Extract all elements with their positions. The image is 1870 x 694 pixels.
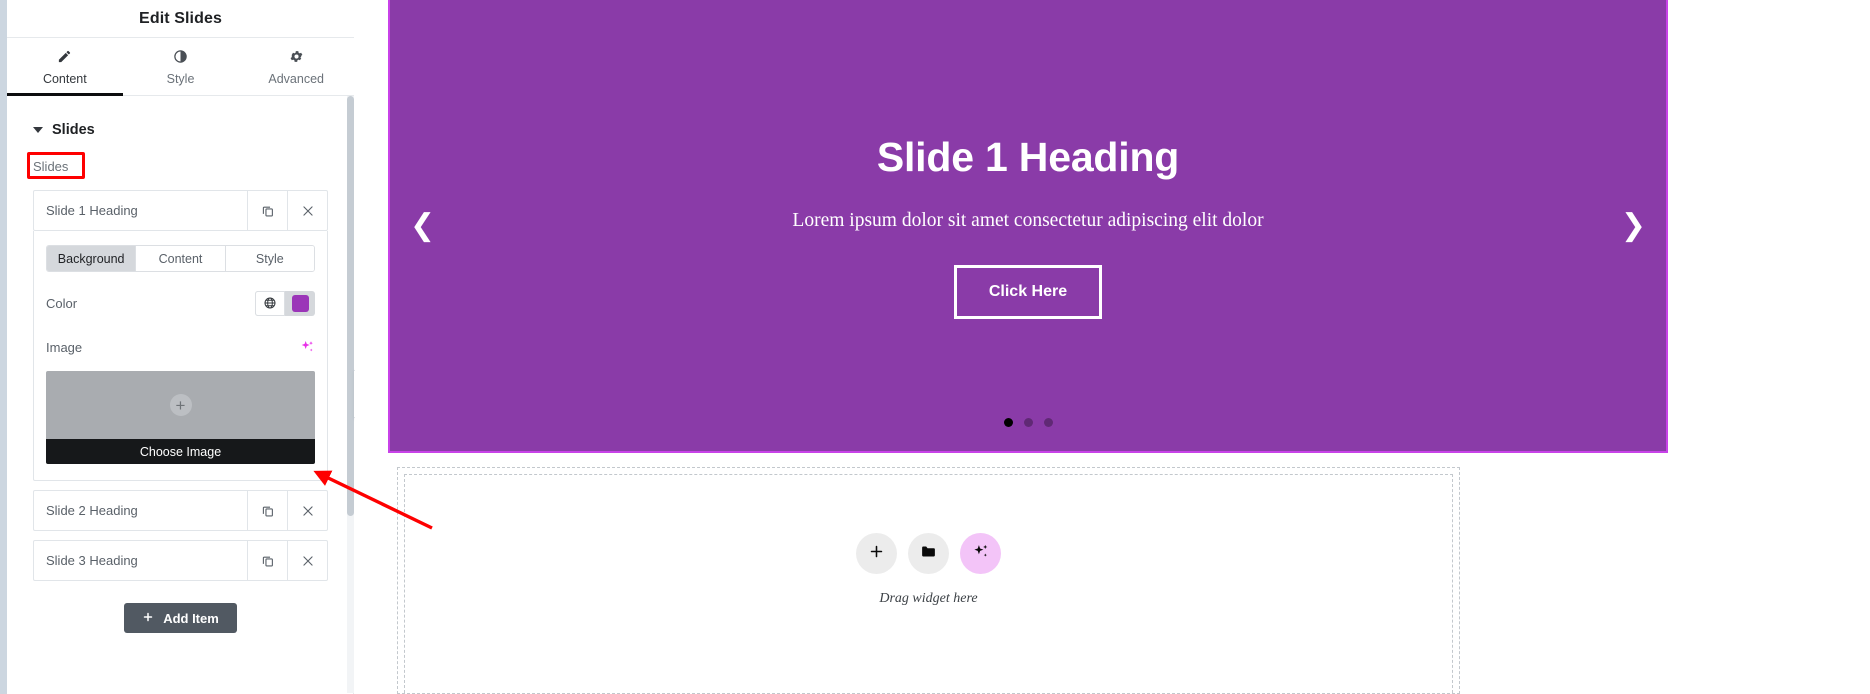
globe-icon[interactable] [255, 290, 285, 316]
ai-sparkle-icon[interactable] [299, 339, 315, 355]
section-slides-header[interactable]: Slides [7, 96, 354, 138]
segment-style[interactable]: Style [225, 246, 314, 271]
duplicate-icon[interactable] [247, 191, 287, 230]
repeater-item-2-title: Slide 2 Heading [46, 503, 138, 518]
color-label: Color [46, 295, 78, 311]
section-slides-title: Slides [52, 122, 95, 138]
segment-content[interactable]: Content [136, 246, 226, 271]
gear-icon [289, 48, 304, 65]
tab-advanced-label: Advanced [268, 71, 324, 86]
slider-pagination [390, 418, 1666, 427]
folder-icon [920, 543, 937, 565]
ai-button[interactable] [960, 533, 1001, 574]
repeater-item-1-title: Slide 1 Heading [46, 203, 138, 218]
tab-style[interactable]: Style [123, 38, 239, 95]
dropzone-buttons [856, 533, 1001, 574]
slide-heading: Slide 1 Heading [876, 134, 1180, 180]
add-item-label: Add Item [163, 610, 219, 626]
add-item-wrap: Add Item [33, 603, 328, 633]
templates-button[interactable] [908, 533, 949, 574]
repeater-item-3-title: Slide 3 Heading [46, 553, 138, 568]
tab-content-label: Content [42, 71, 87, 86]
slides-field-label-wrap: Slides [7, 138, 354, 179]
slides-repeater: Slide 1 Heading Background Content Style… [33, 190, 328, 633]
image-picker[interactable]: + Choose Image [46, 371, 315, 464]
slider-prev-button[interactable]: ❮ [410, 207, 436, 243]
slide-1: Slide 1 Heading Lorem ipsum dolor sit am… [390, 0, 1666, 451]
ai-sparkle-icon [971, 542, 990, 566]
widget-dropzone[interactable]: Drag widget here [397, 467, 1460, 694]
slider-next-button[interactable]: ❯ [1620, 207, 1646, 243]
editor-canvas: Slide 1 Heading Lorem ipsum dolor sit am… [355, 0, 1870, 694]
plus-icon [142, 611, 154, 626]
slider-dot-3[interactable] [1043, 418, 1053, 427]
image-control-row: Image [46, 334, 315, 360]
image-label: Image [46, 339, 83, 355]
slide-subheading: Lorem ipsum dolor sit amet consectetur a… [792, 210, 1264, 231]
repeater-item-3-header[interactable]: Slide 3 Heading [33, 540, 328, 581]
plus-icon [868, 543, 885, 565]
chevron-down-icon [33, 127, 43, 133]
slider-dot-1[interactable] [1003, 418, 1013, 427]
duplicate-icon[interactable] [247, 491, 287, 530]
slider-widget[interactable]: Slide 1 Heading Lorem ipsum dolor sit am… [388, 0, 1668, 453]
slides-field-label: Slides [33, 159, 69, 174]
panel-tabs: Content Style Advanced [7, 38, 354, 96]
chevron-left-icon: ❮ [410, 207, 436, 243]
repeater-item-1-header[interactable]: Slide 1 Heading [33, 190, 328, 231]
image-preview[interactable]: + [46, 371, 315, 439]
chevron-right-icon: ❯ [1620, 207, 1646, 243]
add-element-button[interactable] [856, 533, 897, 574]
add-item-button[interactable]: Add Item [124, 603, 237, 633]
color-swatch [291, 294, 309, 312]
editor-panel: Edit Slides Content Style Advanced Slide… [0, 0, 354, 694]
color-control-row: Color [46, 290, 315, 316]
close-icon[interactable] [287, 191, 327, 230]
panel-body: Slides Slides Slide 1 Heading Background… [7, 96, 354, 693]
color-picker [255, 290, 315, 316]
dropzone-caption: Drag widget here [879, 591, 978, 606]
panel-left-edge [0, 0, 7, 694]
color-swatch-button[interactable] [285, 291, 315, 316]
close-icon[interactable] [287, 541, 327, 580]
panel-inner: Edit Slides Content Style Advanced Slide… [7, 0, 354, 694]
panel-header: Edit Slides [7, 0, 354, 38]
slider-dot-2[interactable] [1023, 418, 1033, 427]
tab-content[interactable]: Content [7, 38, 123, 96]
app-root: Edit Slides Content Style Advanced Slide… [0, 0, 1870, 694]
contrast-icon [173, 48, 188, 65]
close-icon[interactable] [287, 491, 327, 530]
repeater-item-2-header[interactable]: Slide 2 Heading [33, 490, 328, 531]
duplicate-icon[interactable] [247, 541, 287, 580]
choose-image-button[interactable]: Choose Image [46, 439, 315, 464]
tab-style-label: Style [166, 71, 195, 86]
widget-dropzone-inner[interactable]: Drag widget here [404, 474, 1453, 693]
item-editor-segments: Background Content Style [46, 245, 315, 272]
repeater-item-1-body: Background Content Style Color Image + C… [33, 231, 328, 481]
slide-cta-button[interactable]: Click Here [953, 265, 1103, 319]
segment-background[interactable]: Background [47, 246, 137, 271]
tab-advanced[interactable]: Advanced [238, 38, 354, 95]
page-title: Edit Slides [139, 9, 222, 27]
panel-scrollbar[interactable] [347, 96, 354, 693]
pencil-icon [57, 48, 72, 65]
plus-icon: + [169, 394, 192, 416]
